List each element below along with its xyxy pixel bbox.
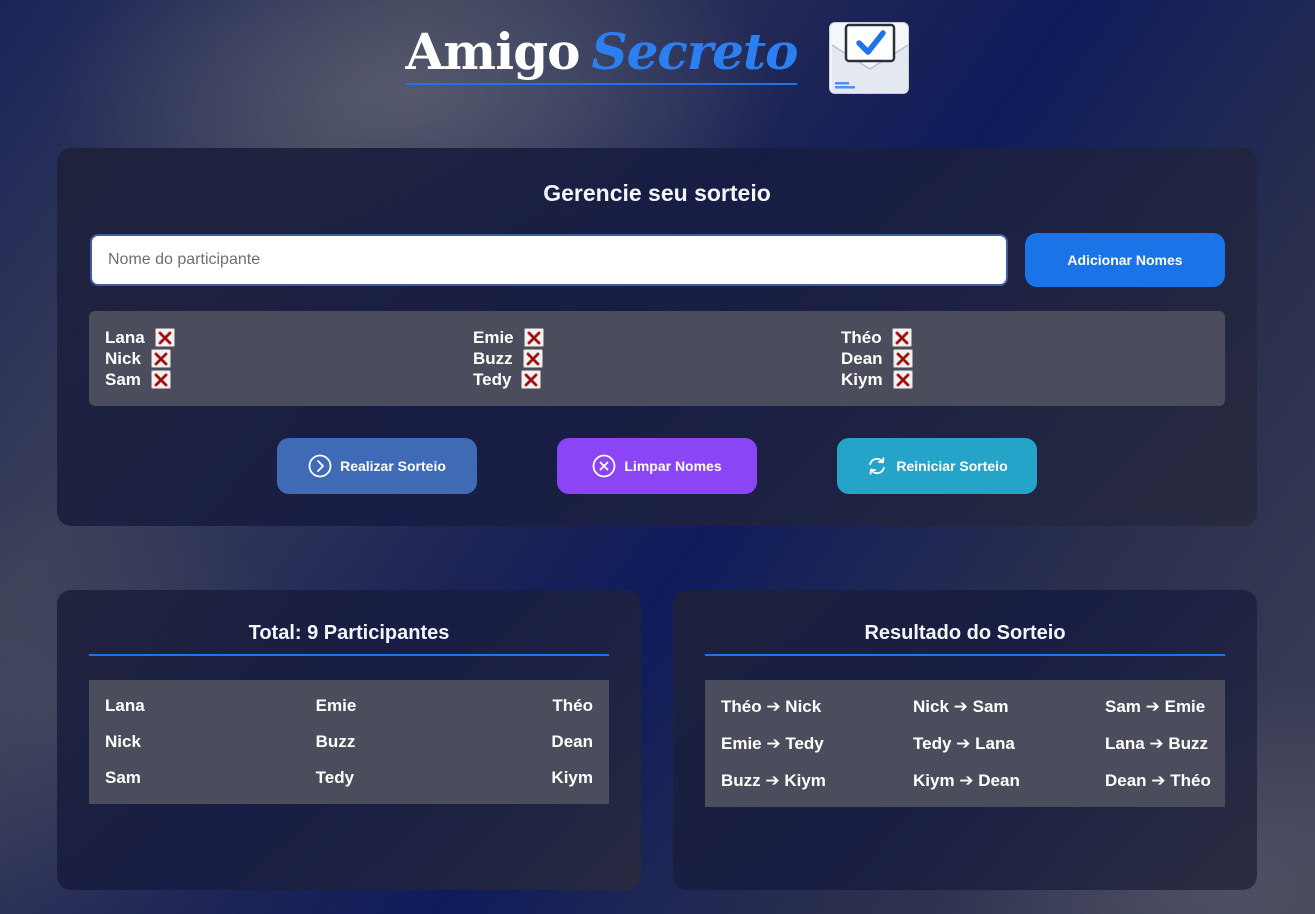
result-pair: Théo ➔ Nick (721, 697, 822, 716)
total-panel: Total: 9 Participantes Lana Emie Théo Ni… (57, 590, 641, 890)
close-x-icon[interactable] (522, 349, 543, 368)
close-x-icon[interactable] (150, 370, 171, 389)
close-x-icon[interactable] (523, 328, 544, 347)
participant-entry: Buzz (473, 348, 841, 369)
participant-name: Emie (473, 327, 514, 347)
title-amigo: Amigo (405, 21, 581, 81)
reset-draw-button-label: Reiniciar Sorteio (896, 458, 1008, 474)
close-x-icon[interactable] (150, 349, 171, 368)
result-pair: Nick ➔ Sam (913, 697, 1009, 716)
participant-name: Théo (841, 327, 882, 347)
close-x-icon[interactable] (521, 370, 542, 389)
draw-button[interactable]: Realizar Sorteio (277, 438, 477, 494)
total-grid: Lana Emie Théo Nick Buzz Dean Sam Tedy K… (105, 696, 593, 787)
close-x-icon[interactable] (891, 328, 912, 347)
close-x-icon[interactable] (892, 370, 913, 389)
participants-column: Lana Nick Sam (105, 327, 473, 406)
manage-title: Gerencie seu sorteio (543, 180, 771, 206)
participant-name: Kiym (841, 369, 883, 389)
participant-name: Dean (841, 348, 883, 368)
participant-entry: Emie (473, 327, 841, 348)
participant-entry: Nick (105, 348, 473, 369)
reset-draw-button[interactable]: Reiniciar Sorteio (837, 438, 1037, 494)
participant-name: Lana (105, 327, 145, 347)
participant-name: Buzz (473, 348, 513, 368)
participant-entry: Tedy (473, 369, 841, 390)
list-item: Sam (105, 768, 141, 787)
result-pair: Tedy ➔ Lana (913, 734, 1015, 753)
refresh-icon (866, 455, 888, 477)
clear-names-button-label: Limpar Nomes (624, 458, 722, 474)
result-grid: Théo ➔ Nick Nick ➔ Sam Sam ➔ Emie Emie ➔… (721, 697, 1211, 790)
result-pair: Dean ➔ Théo (1105, 771, 1211, 790)
participants-column: Emie Buzz Tedy (473, 327, 841, 406)
result-panel: Resultado do Sorteio Théo ➔ Nick Nick ➔ … (673, 590, 1257, 890)
list-item: Théo (552, 696, 593, 715)
draw-result-list: Théo ➔ Nick Nick ➔ Sam Sam ➔ Emie Emie ➔… (705, 680, 1225, 807)
envelope-check-icon (829, 22, 910, 94)
participant-entry: Kiym (841, 369, 1209, 390)
list-item: Emie (315, 696, 357, 715)
result-pair: Emie ➔ Tedy (721, 734, 824, 753)
list-item: Nick (105, 732, 141, 751)
add-names-button[interactable]: Adicionar Nomes (1025, 233, 1225, 287)
participants-list: Lana Nick Sam Emie Buzz Tedy Théo Dean K… (89, 311, 1225, 406)
app-header: Amigo Secreto (0, 18, 1315, 98)
list-item: Dean (551, 732, 593, 751)
clear-names-button[interactable]: Limpar Nomes (557, 438, 757, 494)
total-title: Total: 9 Participantes (89, 622, 609, 656)
result-pair: Buzz ➔ Kiym (721, 771, 826, 790)
manage-panel: Gerencie seu sorteio Adicionar Nomes Lan… (57, 148, 1257, 526)
close-circle-icon (592, 454, 616, 478)
participant-entry: Sam (105, 369, 473, 390)
participant-name: Tedy (473, 369, 512, 389)
total-participants-list: Lana Emie Théo Nick Buzz Dean Sam Tedy K… (89, 680, 609, 804)
chevron-right-circle-icon (308, 454, 332, 478)
list-item: Kiym (551, 768, 593, 787)
close-x-icon[interactable] (892, 349, 913, 368)
participant-entry: Théo (841, 327, 1209, 348)
participant-name: Sam (105, 369, 141, 389)
participant-name: Nick (105, 348, 141, 368)
title-secreto: Secreto (591, 21, 799, 81)
list-item: Tedy (315, 768, 355, 787)
app-title: Amigo Secreto (405, 21, 799, 85)
participant-entry: Lana (105, 327, 473, 348)
close-x-icon[interactable] (154, 328, 175, 347)
participant-name-input[interactable] (90, 234, 1008, 286)
participant-entry: Dean (841, 348, 1209, 369)
result-pair: Lana ➔ Buzz (1105, 734, 1209, 753)
draw-button-label: Realizar Sorteio (340, 458, 446, 474)
result-title: Resultado do Sorteio (705, 622, 1225, 656)
list-item: Buzz (315, 732, 356, 751)
result-pair: Sam ➔ Emie (1105, 697, 1206, 716)
result-pair: Kiym ➔ Dean (913, 771, 1020, 790)
participants-column: Théo Dean Kiym (841, 327, 1209, 406)
list-item: Lana (105, 696, 145, 715)
